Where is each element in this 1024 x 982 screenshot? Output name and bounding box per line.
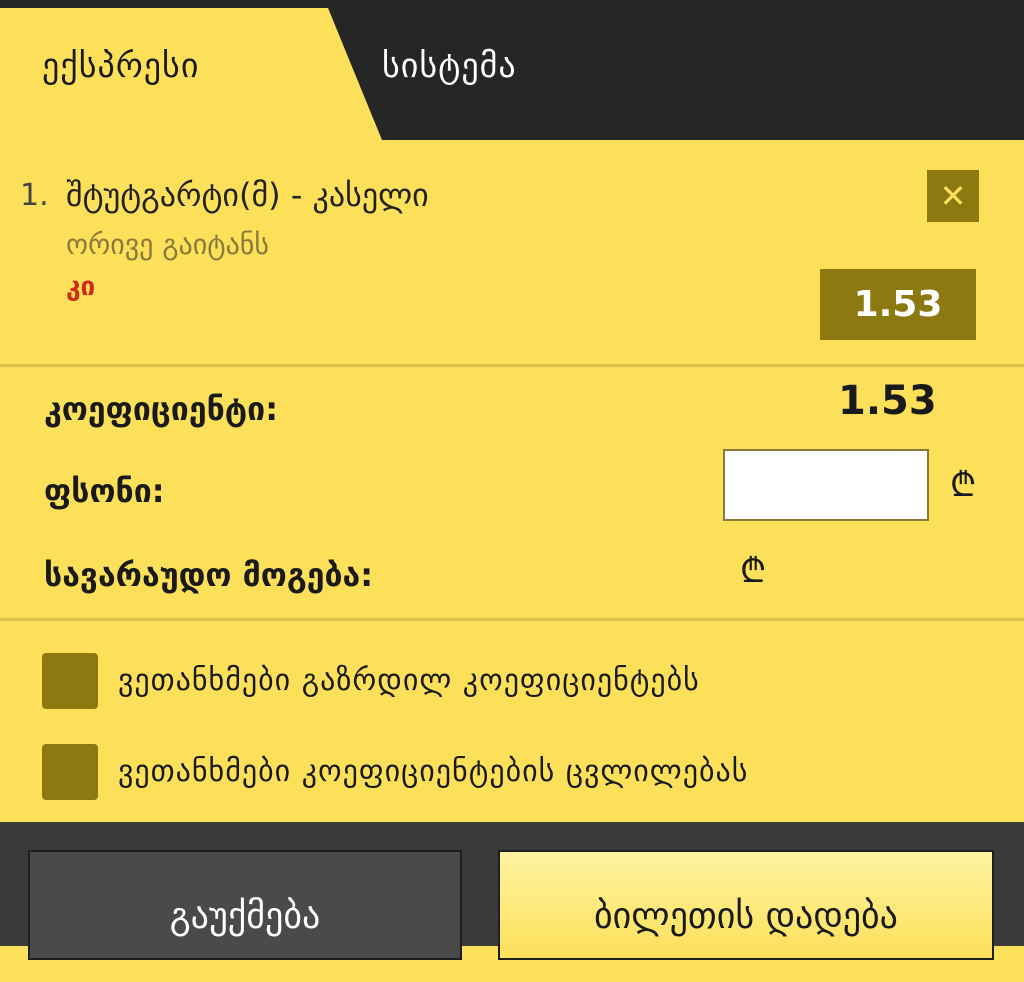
accept-increased-odds-checkbox[interactable]: [42, 653, 98, 709]
potential-win-label: სავარაუდო მოგება:: [44, 556, 374, 594]
divider: [0, 618, 1024, 621]
accept-odds-change-checkbox[interactable]: [42, 744, 98, 800]
bet-index: 1.: [20, 178, 49, 213]
tab-express-label: ექსპრესი: [42, 46, 200, 86]
place-bet-button[interactable]: ბილეთის დადება: [498, 850, 994, 960]
bet-choice: კი: [66, 272, 96, 302]
tab-express[interactable]: ექსპრესი: [0, 8, 382, 140]
bet-market-name: ორივე გაიტანს: [66, 228, 270, 261]
cancel-button[interactable]: გაუქმება: [28, 850, 462, 960]
bet-odd-badge: 1.53: [820, 269, 976, 340]
close-icon: ✕: [939, 177, 967, 215]
tab-system[interactable]: სისტემა: [382, 46, 517, 86]
stake-input[interactable]: [723, 449, 929, 521]
action-footer: გაუქმება ბილეთის დადება: [0, 822, 1024, 960]
top-edge: [0, 0, 1024, 8]
stake-currency-icon: ₾: [950, 465, 977, 505]
accept-odds-change-row[interactable]: ვეთანხმები კოეფიციენტების ცვლილებას: [42, 744, 1002, 802]
accept-odds-change-label[interactable]: ვეთანხმები კოეფიციენტების ცვლილებას: [118, 754, 748, 789]
remove-bet-button[interactable]: ✕: [927, 170, 979, 222]
coefficient-value: 1.53: [838, 378, 937, 424]
accept-increased-odds-row[interactable]: ვეთანხმები გაზრდილ კოეფიციენტებს: [42, 653, 1002, 711]
potential-win-currency-icon: ₾: [740, 551, 767, 591]
coefficient-label: კოეფიციენტი:: [44, 390, 278, 428]
accept-increased-odds-label[interactable]: ვეთანხმები გაზრდილ კოეფიციენტებს: [118, 663, 700, 698]
bet-type-tabs: ექსპრესი სისტემა: [0, 8, 1024, 140]
divider: [0, 364, 1024, 367]
stake-label: ფსონი:: [44, 472, 165, 510]
bet-match-name: შტუტგარტი(მ) - კასელი: [66, 176, 429, 214]
